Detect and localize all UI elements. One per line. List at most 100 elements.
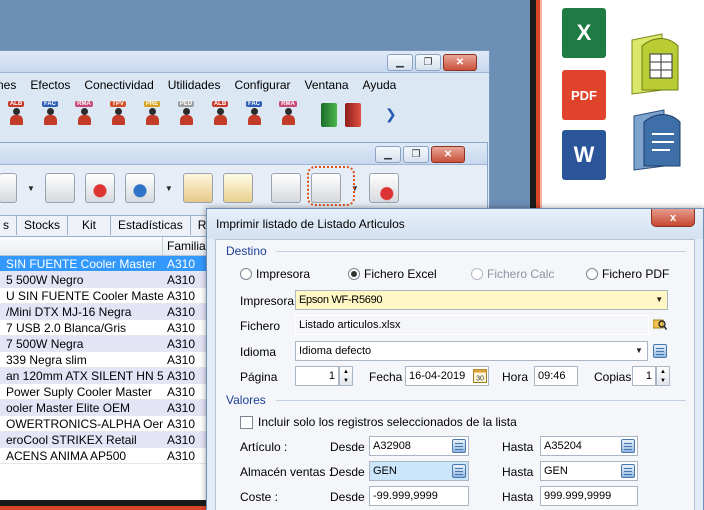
table-row[interactable]: 7 500W Negra A310	[0, 336, 215, 352]
almacen-desde-lookup-icon[interactable]	[452, 464, 466, 478]
fac-document-icon-2[interactable]: FAC	[241, 100, 267, 128]
tpv-document-icon[interactable]: TPV	[105, 100, 131, 128]
pagina-stepper[interactable]: ▲ ▼	[339, 366, 353, 386]
close-button[interactable]: ✕	[431, 146, 465, 163]
ped-document-icon[interactable]: PED	[173, 100, 199, 128]
table-row[interactable]: eroCool STRIKEX Retail A310	[0, 432, 215, 448]
maximize-button[interactable]: ❐	[403, 146, 429, 163]
desde-label: Desde	[330, 440, 365, 454]
copias-input[interactable]: 1	[632, 366, 656, 386]
chevron-down-icon[interactable]: ▼	[631, 342, 647, 360]
refresh-icon[interactable]	[84, 173, 115, 203]
coste-desde-input[interactable]: -99.999,9999	[369, 486, 469, 506]
hasta-label: Hasta	[502, 440, 534, 454]
tab-kit[interactable]: Kit	[67, 215, 112, 235]
cell-familia: A310	[167, 385, 196, 399]
stepper-up-icon[interactable]: ▲	[343, 369, 349, 375]
coste-desde-value: -99.999,9999	[373, 490, 438, 502]
menu-item[interactable]: nes	[0, 78, 16, 92]
idioma-table-icon[interactable]	[653, 344, 667, 358]
table-row[interactable]: 7 USB 2.0 Blanca/Gris A310	[0, 320, 215, 336]
chevron-right-icon[interactable]: ❯	[385, 106, 397, 123]
sync-icon[interactable]	[124, 173, 155, 203]
menu-conectividad[interactable]: Conectividad	[84, 78, 153, 92]
almacen-hasta-value: GEN	[544, 465, 568, 477]
green-book-icon[interactable]	[321, 103, 337, 127]
table-row[interactable]: 5 500W Negro A310	[0, 272, 215, 288]
pagina-input[interactable]: 1	[295, 366, 339, 386]
fichero-input[interactable]: Listado articulos.xlsx	[295, 315, 649, 335]
table-row[interactable]: OWERTRONICS-ALPHA Oem A310	[0, 416, 215, 432]
articulo-hasta-lookup-icon[interactable]	[621, 439, 635, 453]
menu-efectos[interactable]: Efectos	[30, 78, 70, 92]
table-row[interactable]: U SIN FUENTE Cooler Master A310	[0, 288, 215, 304]
table-row[interactable]: ACENS ANIMA AP500 A310	[0, 448, 215, 464]
browse-folder-icon[interactable]	[653, 317, 667, 331]
tools-icon[interactable]	[44, 173, 75, 203]
chevron-down-icon[interactable]: ▼	[165, 184, 173, 193]
report-icon[interactable]	[182, 173, 213, 203]
menu-utilidades[interactable]: Utilidades	[168, 78, 221, 92]
dialog-title: Imprimir listado de Listado Articulos	[207, 209, 703, 239]
almacen-hasta-lookup-icon[interactable]	[621, 464, 635, 478]
selected-records-checkbox[interactable]	[240, 416, 253, 429]
copias-stepper[interactable]: ▲ ▼	[656, 366, 670, 386]
menu-configurar[interactable]: Configurar	[234, 78, 290, 92]
rma-document-icon-2[interactable]: RMA	[275, 100, 301, 128]
radio-label: Fichero Calc	[487, 267, 555, 281]
table-row[interactable]: Power Suply Cooler Master A310	[0, 384, 215, 400]
minimize-button[interactable]: ▁	[387, 54, 413, 71]
tab-estadisticas[interactable]: Estadísticas	[110, 215, 191, 235]
idioma-select[interactable]: Idioma defecto ▼	[295, 341, 648, 361]
pre-document-icon[interactable]: PRE	[139, 100, 165, 128]
fac-document-icon[interactable]: FAC	[37, 100, 63, 128]
tab-partial[interactable]: s	[0, 215, 17, 235]
radio-fichero-pdf[interactable]: Fichero PDF	[586, 267, 669, 281]
table-row[interactable]: 339 Negra slim A310	[0, 352, 215, 368]
grid-header-name[interactable]	[0, 237, 163, 255]
minimize-button[interactable]: ▁	[375, 146, 401, 163]
stepper-down-icon[interactable]: ▼	[343, 378, 349, 384]
stepper-up-icon[interactable]: ▲	[660, 369, 666, 375]
table-row[interactable]: /Mini DTX MJ-16 Negra A310	[0, 304, 215, 320]
articulo-desde-lookup-icon[interactable]	[452, 439, 466, 453]
cell-familia: A310	[167, 369, 196, 383]
calendar-icon[interactable]: 30	[473, 368, 487, 383]
impresora-select[interactable]: Epson WF-R5690 ▼	[295, 290, 668, 310]
menu-ventana[interactable]: Ventana	[305, 78, 349, 92]
articles-grid: Familia SIN FUENTE Cooler Master A310 5 50…	[0, 236, 215, 500]
table-row[interactable]: ooler Master Elite OEM A310	[0, 400, 215, 416]
radio-fichero-excel[interactable]: Fichero Excel	[348, 267, 437, 281]
alb-document-icon-2[interactable]: ALB	[207, 100, 233, 128]
fecha-value: 16-04-2019	[409, 370, 466, 382]
coste-hasta-input[interactable]: 999.999,9999	[540, 486, 638, 506]
word-icon-label: W	[573, 142, 595, 167]
menu-ayuda[interactable]: Ayuda	[363, 78, 397, 92]
close-button[interactable]: ✕	[443, 54, 477, 71]
preview-icon[interactable]	[270, 173, 301, 203]
tab-stocks[interactable]: Stocks	[16, 215, 69, 235]
badge-label: FAC	[42, 101, 58, 107]
grid-header-familia[interactable]: Familia	[163, 237, 206, 255]
fichero-value: Listado articulos.xlsx	[299, 319, 401, 331]
excel-icon: X	[562, 8, 606, 58]
close-document-icon[interactable]	[368, 173, 399, 203]
dialog-close-button[interactable]: x	[651, 209, 695, 227]
table-row[interactable]: SIN FUENTE Cooler Master A310	[0, 256, 215, 272]
radio-impresora[interactable]: Impresora	[240, 267, 310, 281]
hora-input[interactable]: 09:46	[534, 366, 578, 386]
cell-description: ooler Master Elite OEM	[6, 401, 131, 415]
view-icon[interactable]	[0, 173, 17, 203]
cell-description: 7 USB 2.0 Blanca/Gris	[6, 321, 127, 335]
chevron-down-icon[interactable]: ▼	[27, 184, 35, 193]
chevron-down-icon[interactable]: ▼	[651, 291, 667, 309]
stepper-down-icon[interactable]: ▼	[660, 378, 666, 384]
export-icon[interactable]	[222, 173, 253, 203]
maximize-button[interactable]: ❐	[415, 54, 441, 71]
alb-document-icon[interactable]: ALB	[3, 100, 29, 128]
table-row[interactable]: an 120mm ATX SILENT HN 5550 2C A310	[0, 368, 215, 384]
stage: ▁ ❐ ✕ nes Efectos Conectividad Utilidade…	[0, 0, 704, 510]
cell-description: OWERTRONICS-ALPHA Oem	[6, 417, 163, 431]
red-book-icon[interactable]	[345, 103, 361, 127]
rma-document-icon[interactable]: RMA	[71, 100, 97, 128]
